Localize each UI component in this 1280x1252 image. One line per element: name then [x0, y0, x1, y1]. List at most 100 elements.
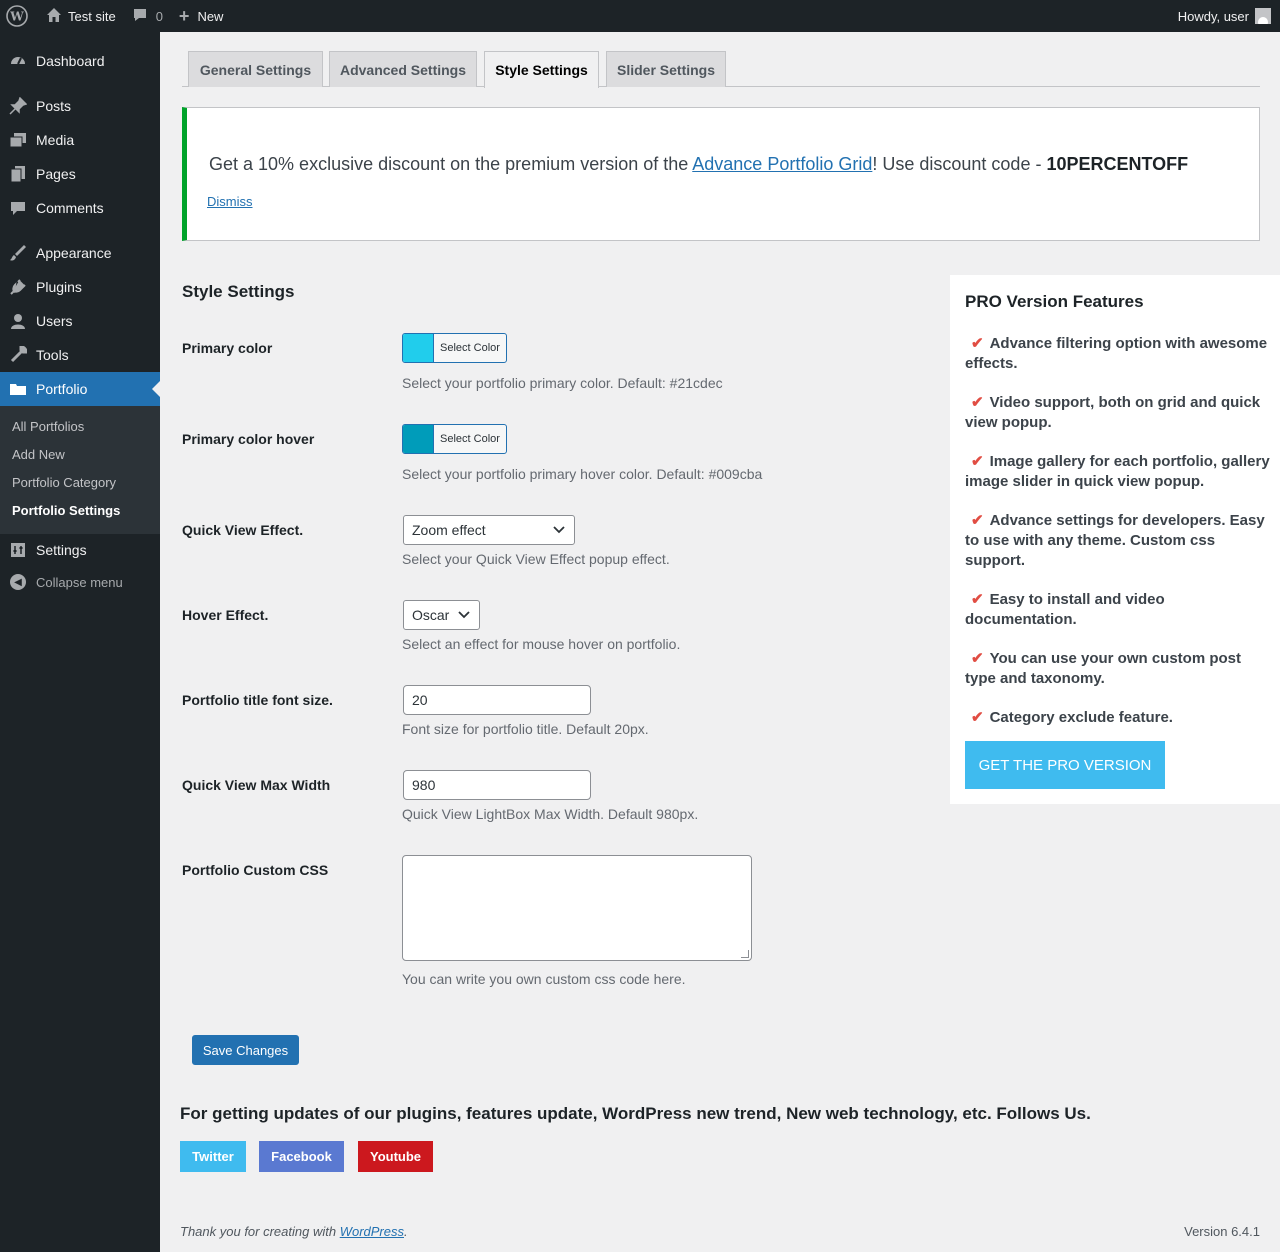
- menu-label: Media: [36, 132, 75, 148]
- tab-slider-settings[interactable]: Slider Settings: [606, 51, 726, 87]
- primary-hover-swatch: [403, 425, 434, 453]
- new-content-link[interactable]: + New: [171, 0, 232, 32]
- facebook-button[interactable]: Facebook: [259, 1141, 344, 1172]
- feature-text: You can use your own custom post type an…: [965, 650, 1241, 687]
- quick-view-desc: Select your Quick View Effect popup effe…: [402, 551, 670, 567]
- pro-feature: ✔ Category exclude feature.: [965, 708, 1270, 728]
- save-changes-button[interactable]: Save Changes: [192, 1035, 299, 1065]
- footer-version: Version 6.4.1: [1184, 1224, 1260, 1239]
- menu-appearance[interactable]: Appearance: [0, 236, 160, 270]
- collapse-menu-button[interactable]: ◀ Collapse menu: [0, 572, 123, 592]
- primary-color-label: Primary color: [182, 340, 273, 356]
- menu-label: Plugins: [36, 279, 82, 295]
- quick-view-value: Zoom effect: [412, 522, 486, 538]
- menu-label: Appearance: [36, 245, 112, 261]
- submenu-portfolio-settings[interactable]: Portfolio Settings: [12, 503, 120, 518]
- hover-effect-label: Hover Effect.: [182, 607, 269, 623]
- menu-users[interactable]: Users: [0, 304, 160, 338]
- dismiss-link[interactable]: Dismiss: [207, 194, 253, 209]
- pro-feature: ✔ Easy to install and video documentation…: [965, 590, 1270, 630]
- menu-comments[interactable]: Comments: [0, 191, 160, 225]
- folder-icon: [0, 380, 36, 398]
- primary-color-picker[interactable]: Select Color: [402, 333, 507, 363]
- submenu-portfolio-category[interactable]: Portfolio Category: [12, 475, 116, 490]
- media-icon: [0, 131, 36, 149]
- my-account-link[interactable]: Howdy, user: [1170, 0, 1280, 32]
- menu-label: Dashboard: [36, 53, 105, 69]
- menu-portfolio[interactable]: Portfolio: [0, 372, 160, 406]
- pro-feature: ✔ Advance settings for developers. Easy t…: [965, 511, 1270, 571]
- collapse-label: Collapse menu: [36, 574, 123, 590]
- menu-pages[interactable]: Pages: [0, 157, 160, 191]
- title-font-size-desc: Font size for portfolio title. Default 2…: [402, 721, 649, 737]
- hover-effect-value: Oscar: [412, 607, 450, 623]
- footer-thanks-end: .: [404, 1224, 408, 1239]
- avatar: [1255, 8, 1271, 24]
- primary-hover-label: Primary color hover: [182, 431, 315, 447]
- wordpress-link[interactable]: WordPress: [340, 1224, 404, 1239]
- custom-css-textarea[interactable]: [402, 855, 752, 961]
- checkmark-icon: ✔: [971, 591, 984, 608]
- youtube-button[interactable]: Youtube: [358, 1141, 433, 1172]
- quick-view-select[interactable]: Zoom effect: [403, 515, 575, 545]
- feature-text: Category exclude feature.: [989, 709, 1173, 726]
- checkmark-icon: ✔: [971, 453, 984, 470]
- feature-text: Easy to install and video documentation.: [965, 591, 1165, 628]
- pro-feature: ✔ Advance filtering option with awesome e…: [965, 334, 1270, 374]
- site-name: Test site: [68, 8, 116, 24]
- site-name-link[interactable]: Test site: [38, 0, 124, 32]
- comments-icon: [0, 199, 36, 217]
- tab-advanced-settings[interactable]: Advanced Settings: [329, 51, 477, 87]
- hover-effect-desc: Select an effect for mouse hover on port…: [402, 636, 681, 652]
- wordpress-logo-icon[interactable]: W: [0, 0, 38, 32]
- checkmark-icon: ✔: [971, 335, 984, 352]
- menu-label: Settings: [36, 542, 87, 558]
- feature-text: Image gallery for each portfolio, galler…: [965, 453, 1270, 490]
- notice-message: Get a 10% exclusive discount on the prem…: [209, 154, 1188, 175]
- primary-hover-color-picker[interactable]: Select Color: [402, 424, 507, 454]
- new-label: New: [197, 8, 224, 24]
- feature-text: Advance settings for developers. Easy to…: [965, 512, 1265, 569]
- advance-portfolio-grid-link[interactable]: Advance Portfolio Grid: [692, 154, 872, 174]
- menu-label: Posts: [36, 98, 72, 114]
- select-color-label: Select Color: [440, 433, 500, 445]
- settings-tabs: General Settings Advanced Settings Style…: [182, 51, 1260, 88]
- discount-notice: Get a 10% exclusive discount on the prem…: [182, 107, 1260, 241]
- menu-dashboard[interactable]: Dashboard: [0, 44, 160, 78]
- checkmark-icon: ✔: [971, 650, 984, 667]
- pin-icon: [0, 97, 36, 115]
- feature-text: Video support, both on grid and quick vi…: [965, 394, 1261, 431]
- wrench-icon: [0, 346, 36, 364]
- submenu-add-new[interactable]: Add New: [12, 447, 65, 462]
- tab-style-settings[interactable]: Style Settings: [484, 51, 599, 88]
- hover-effect-select[interactable]: Oscar: [403, 600, 480, 630]
- max-width-desc: Quick View LightBox Max Width. Default 9…: [402, 806, 699, 822]
- max-width-label: Quick View Max Width: [182, 777, 331, 793]
- pro-title: PRO Version Features: [965, 292, 1144, 311]
- submenu-all-portfolios[interactable]: All Portfolios: [12, 419, 84, 434]
- discount-code: 10PERCENTOFF: [1046, 154, 1189, 174]
- custom-css-desc: You can write you own custom css code he…: [402, 971, 686, 987]
- get-pro-button[interactable]: GET THE PRO VERSION: [965, 741, 1165, 789]
- max-width-input[interactable]: 980: [403, 770, 591, 800]
- menu-plugins[interactable]: Plugins: [0, 270, 160, 304]
- title-font-size-input[interactable]: 20: [403, 685, 591, 715]
- tab-general-settings[interactable]: General Settings: [188, 51, 323, 87]
- primary-color-swatch: [403, 334, 434, 362]
- comment-bubble-icon: [132, 7, 148, 26]
- pro-features-panel: PRO Version Features ✔ Advance filtering …: [950, 275, 1280, 804]
- menu-posts[interactable]: Posts: [0, 89, 160, 123]
- menu-tools[interactable]: Tools: [0, 338, 160, 372]
- menu-media[interactable]: Media: [0, 123, 160, 157]
- twitter-button[interactable]: Twitter: [180, 1141, 246, 1172]
- footer-thanks-text: Thank you for creating with: [180, 1224, 340, 1239]
- resize-handle[interactable]: [741, 950, 749, 958]
- comments-link[interactable]: 0: [124, 0, 171, 32]
- svg-text:W: W: [9, 10, 24, 24]
- home-icon: [46, 7, 62, 26]
- portfolio-submenu: All Portfolios Add New Portfolio Categor…: [0, 406, 160, 534]
- select-color-label: Select Color: [440, 342, 500, 354]
- menu-settings[interactable]: Settings: [0, 533, 160, 567]
- pages-icon: [0, 165, 36, 183]
- checkmark-icon: ✔: [971, 512, 984, 529]
